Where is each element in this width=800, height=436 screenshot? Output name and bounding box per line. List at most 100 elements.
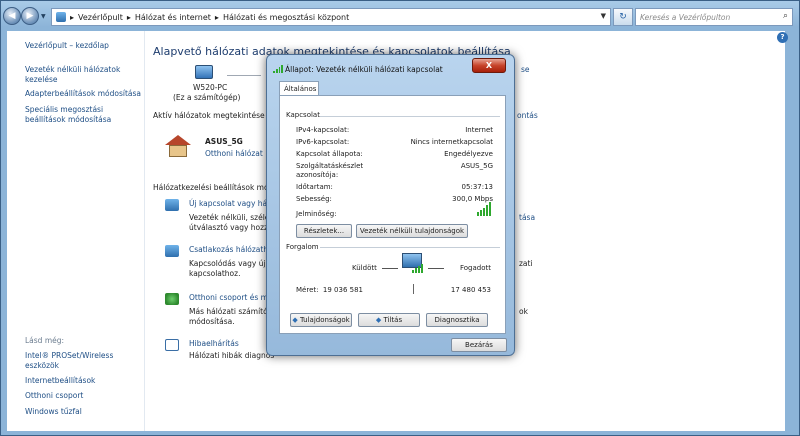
sidebar-item-home[interactable]: Vezérlőpult – kezdőlap	[25, 41, 143, 51]
disable-button-label: Tiltás	[383, 316, 403, 324]
divider	[320, 116, 500, 117]
view-full-map-link[interactable]: se	[521, 65, 530, 75]
task-new-connection-link[interactable]: Új kapcsolat vagy hálóz	[189, 199, 278, 209]
sidebar-item-windows-firewall[interactable]: Windows tűzfal	[25, 407, 143, 417]
signal-quality-label: Jelminőség:	[296, 210, 337, 218]
sidebar-item-adapter-settings[interactable]: Adapterbeállítások módosítása	[25, 89, 143, 99]
ssid-value: ASUS_5G	[460, 162, 493, 170]
ipv6-value: Nincs internetkapcsolat	[410, 138, 493, 146]
task-new-connection-desc: Vezeték nélküli, széless	[189, 213, 278, 222]
sent-label: Küldött	[352, 264, 377, 272]
troubleshoot-icon	[165, 339, 179, 351]
home-network-icon	[165, 135, 191, 157]
task-homegroup-desc2: módosítása.	[189, 317, 235, 326]
homegroup-icon	[165, 293, 179, 305]
task-connect-network-desc-tail: zati	[519, 259, 533, 268]
shield-icon: ◆	[292, 316, 298, 324]
breadcrumb[interactable]: ▸ Vezérlőpult ▸ Hálózat és internet ▸ Há…	[51, 8, 611, 26]
dialog-close-button[interactable]: X	[472, 58, 506, 73]
see-also-header: Lásd még:	[25, 336, 65, 345]
recent-pages-dropdown-icon[interactable]: ▼	[41, 13, 49, 21]
computer-subtitle: (Ez a számítógép)	[173, 93, 241, 102]
speed-label: Sebesség:	[296, 195, 332, 203]
task-connect-network-desc: Kapcsolódás vagy újrak	[189, 259, 278, 268]
connect-network-icon	[165, 245, 179, 257]
search-placeholder: Keresés a Vezérlőpulton	[640, 13, 731, 22]
dialog-title: Állapot: Vezeték nélküli hálózati kapcso…	[285, 65, 443, 74]
task-homegroup-link[interactable]: Otthoni csoport és meg	[189, 293, 277, 303]
sidebar-item-internet-options[interactable]: Internetbeállítások	[25, 376, 143, 386]
task-new-connection-desc2: útválasztó vagy hozzáf	[189, 223, 276, 232]
breadcrumb-network-internet[interactable]: Hálózat és internet	[135, 13, 211, 22]
task-new-connection-desc-tail: tása	[519, 213, 536, 222]
sidebar-item-advanced-sharing[interactable]: Speciális megosztási beállítások módosít…	[25, 105, 143, 125]
breadcrumb-network-sharing-center[interactable]: Hálózati és megosztási központ	[223, 13, 349, 22]
breadcrumb-separator-icon[interactable]: ▸	[215, 13, 219, 22]
details-button[interactable]: Részletek...	[296, 224, 352, 238]
signal-strength-icon	[477, 202, 491, 216]
received-line	[428, 268, 444, 269]
breadcrumb-control-panel[interactable]: Vezérlőpult	[78, 13, 123, 22]
bytes-label: Méret:	[296, 286, 319, 294]
network-name: ASUS_5G	[205, 137, 243, 146]
new-connection-icon	[165, 199, 179, 211]
address-bar-row: ◀ ▶ ▼ ▸ Vezérlőpult ▸ Hálózat és interne…	[1, 7, 800, 29]
duration-label: Időtartam:	[296, 183, 333, 191]
task-troubleshoot-link[interactable]: Hibaelhárítás	[189, 339, 239, 349]
control-panel-icon	[56, 12, 66, 22]
sidebar-item-homegroup[interactable]: Otthoni csoport	[25, 391, 143, 401]
properties-button-label: Tulajdonságok	[299, 316, 350, 324]
wireless-properties-button[interactable]: Vezeték nélküli tulajdonságok	[356, 224, 468, 238]
network-activity-icon	[402, 253, 423, 273]
task-connect-network-link[interactable]: Csatlakozás hálózathoz	[189, 245, 277, 255]
sidebar-item-intel-proset[interactable]: Intel® PROSet/Wireless eszközök	[25, 351, 143, 371]
media-state-value: Engedélyezve	[444, 150, 493, 158]
received-label: Fogadott	[459, 264, 491, 272]
divider	[320, 247, 500, 248]
tab-general[interactable]: Általános	[279, 81, 319, 96]
control-panel-window: ◀ ▶ ▼ ▸ Vezérlőpult ▸ Hálózat és interne…	[0, 0, 800, 436]
forward-arrow-icon[interactable]: ▶	[21, 7, 39, 25]
bytes-separator	[413, 284, 414, 294]
wireless-status-dialog: Állapot: Vezeték nélküli hálózati kapcso…	[266, 54, 515, 356]
connect-disconnect-link[interactable]: ontás	[517, 111, 538, 121]
help-icon[interactable]: ?	[777, 32, 788, 43]
back-arrow-icon[interactable]: ◀	[3, 7, 21, 25]
task-troubleshoot-desc: Hálózati hibák diagnos	[189, 351, 275, 360]
breadcrumb-separator-icon[interactable]: ▸	[70, 13, 74, 22]
close-button[interactable]: Bezárás	[451, 338, 507, 352]
change-settings-header: Hálózatkezelési beállítások módo	[153, 183, 278, 192]
search-input[interactable]: Keresés a Vezérlőpulton ⌕	[635, 8, 793, 26]
diagnose-button[interactable]: Diagnosztika	[426, 313, 488, 327]
sidebar-item-manage-wireless[interactable]: Vezeték nélküli hálózatok kezelése	[25, 65, 143, 85]
general-tab-panel: Kapcsolat IPv4-kapcsolat: Internet IPv6-…	[279, 95, 506, 334]
task-connect-network-desc2: kapcsolathoz.	[189, 269, 241, 278]
ssid-label: Szolgáltatáskészlet azonosítója:	[296, 162, 364, 179]
computer-name: W520-PC	[193, 83, 228, 92]
ipv6-label: IPv6-kapcsolat:	[296, 138, 350, 146]
computer-icon	[195, 65, 213, 79]
task-homegroup-desc-tail: ok	[519, 307, 528, 316]
sent-line	[382, 268, 398, 269]
activity-header: Forgalom	[286, 243, 319, 251]
breadcrumb-separator-icon[interactable]: ▸	[127, 13, 131, 22]
received-bytes-value: 17 480 453	[450, 286, 491, 294]
search-icon[interactable]: ⌕	[783, 11, 788, 21]
shield-icon: ◆	[375, 316, 382, 324]
network-map-line	[227, 75, 261, 76]
sidebar: Vezérlőpult – kezdőlap Vezeték nélküli h…	[7, 31, 145, 431]
wireless-signal-icon	[273, 65, 283, 73]
properties-button[interactable]: ◆ Tulajdonságok	[290, 313, 352, 327]
duration-value: 05:37:13	[461, 183, 493, 191]
address-dropdown-icon[interactable]: ▼	[601, 12, 606, 20]
active-networks-header: Aktív hálózatok megtekintése	[153, 111, 265, 120]
ipv4-label: IPv4-kapcsolat:	[296, 126, 350, 134]
disable-button[interactable]: ◆ Tiltás	[358, 313, 420, 327]
media-state-label: Kapcsolat állapota:	[296, 150, 363, 158]
ipv4-value: Internet	[465, 126, 493, 134]
refresh-icon[interactable]: ↻	[613, 8, 633, 26]
sent-bytes-value: 19 036 581	[322, 286, 363, 294]
connection-header: Kapcsolat	[286, 111, 320, 119]
task-homegroup-desc: Más hálózati számítóge	[189, 307, 278, 316]
network-type-link[interactable]: Otthoni hálózat	[205, 149, 263, 159]
